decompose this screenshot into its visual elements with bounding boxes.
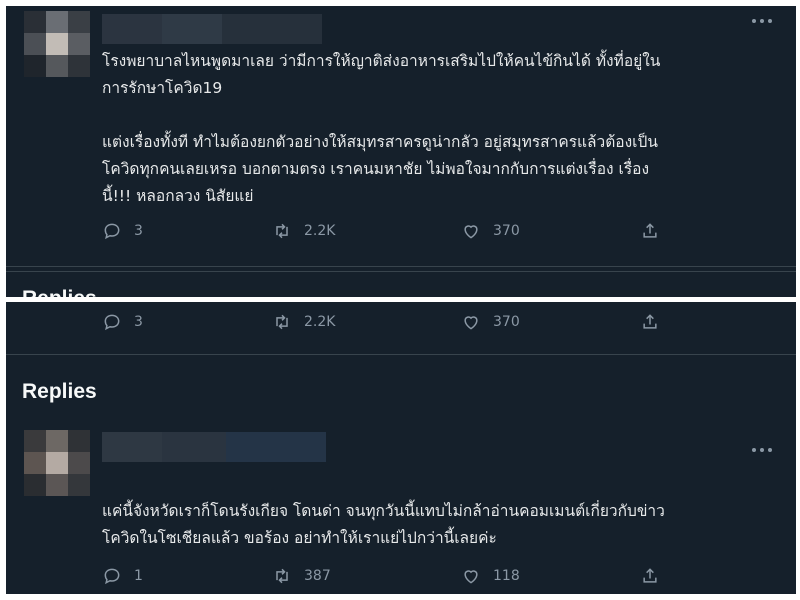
reply-icon xyxy=(104,568,120,585)
share-button[interactable] xyxy=(640,221,660,241)
tweet-line: โรงพยาบาลไหนพูดมาเลย ว่ามีการให้ญาติส่งอ… xyxy=(102,52,661,70)
heart-icon xyxy=(464,316,478,330)
reply-count: 1 xyxy=(134,568,143,584)
divider xyxy=(6,271,796,272)
blurred-avatar[interactable] xyxy=(24,11,90,77)
reply-text: แค่นี้จังหวัดเราก็โดนรังเกียจ โดนด่า จนท… xyxy=(102,498,665,552)
reply-icon xyxy=(104,223,120,240)
reply-button[interactable]: 3 xyxy=(102,221,143,241)
reply-count: 3 xyxy=(134,314,143,330)
heart-icon xyxy=(464,225,478,239)
reply-count: 3 xyxy=(134,223,143,239)
retweet-icon xyxy=(276,314,288,330)
share-button[interactable] xyxy=(640,312,660,332)
reply-icon xyxy=(104,314,120,331)
reply-button[interactable]: 3 xyxy=(102,312,143,332)
more-options-icon[interactable] xyxy=(752,445,776,455)
like-button[interactable]: 370 xyxy=(461,221,520,241)
replies-panel: 3 2.2K 370 Replies แค่นี้จังหวัดเราก็โดน… xyxy=(6,302,796,594)
reply-button[interactable]: 1 xyxy=(102,566,143,586)
blurred-username[interactable] xyxy=(102,14,322,44)
share-icon xyxy=(643,223,657,238)
divider xyxy=(6,266,796,267)
share-icon xyxy=(643,568,657,583)
retweet-button[interactable]: 387 xyxy=(272,566,331,586)
retweet-count: 2.2K xyxy=(304,223,336,239)
like-count: 370 xyxy=(493,223,520,239)
like-count: 118 xyxy=(493,568,520,584)
original-tweet-panel: โรงพยาบาลไหนพูดมาเลย ว่ามีการให้ญาติส่งอ… xyxy=(6,6,796,297)
retweet-button[interactable]: 2.2K xyxy=(272,312,335,332)
tweet-line: การรักษาโควิด19 xyxy=(102,79,223,97)
share-icon xyxy=(643,314,657,329)
retweet-button[interactable]: 2.2K xyxy=(272,221,335,241)
blurred-avatar[interactable] xyxy=(24,430,90,496)
heart-icon xyxy=(464,570,478,584)
retweet-icon xyxy=(276,223,288,239)
tweet-text: โรงพยาบาลไหนพูดมาเลย ว่ามีการให้ญาติส่งอ… xyxy=(102,48,660,210)
like-button[interactable]: 118 xyxy=(461,566,520,586)
retweet-icon xyxy=(276,568,288,584)
retweet-count: 387 xyxy=(304,568,331,584)
tweet-line: นี้!!! หลอกลวง นิสัยแย่ xyxy=(102,187,254,205)
retweet-count: 2.2K xyxy=(304,314,336,330)
reply-line: แค่นี้จังหวัดเราก็โดนรังเกียจ โดนด่า จนท… xyxy=(102,502,665,520)
reply-line: โควิดในโซเชียลแล้ว ขอร้อง อย่าทำให้เราแย… xyxy=(102,529,497,547)
divider xyxy=(6,354,796,355)
share-button[interactable] xyxy=(640,566,660,586)
blurred-username[interactable] xyxy=(102,432,326,462)
tweet-line: แต่งเรื่องทั้งที ทำไมต้องยกตัวอย่างให้สม… xyxy=(102,133,658,151)
tweet-line: โควิดทุกคนเลยเหรอ บอกตามตรง เราคนมหาชัย … xyxy=(102,160,650,178)
replies-heading: Replies xyxy=(22,380,97,403)
more-options-icon[interactable] xyxy=(752,16,776,26)
like-count: 370 xyxy=(493,314,520,330)
like-button[interactable]: 370 xyxy=(461,312,520,332)
replies-heading-peek: Replies xyxy=(22,287,97,297)
